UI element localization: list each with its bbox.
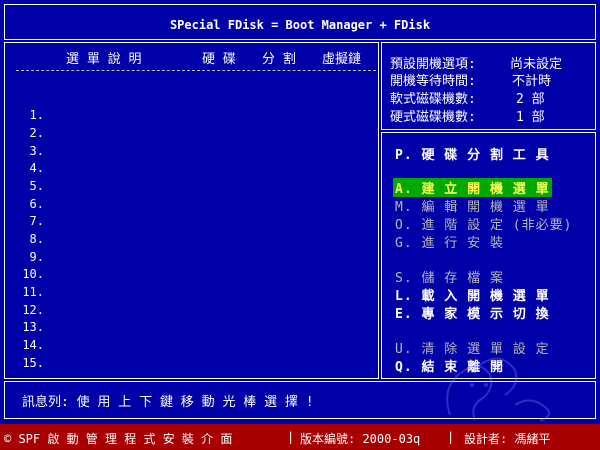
column-header-description: 選 單 說 明 <box>66 52 142 67</box>
footer-author: 設計者: 馮緒平 <box>464 432 551 446</box>
list-item[interactable]: 14. <box>20 338 44 352</box>
footer-product: © SPF 啟 動 管 理 程 式 安 裝 介 面 <box>4 432 233 446</box>
hdd-count-label: 硬式磁碟機數: <box>390 110 476 125</box>
list-item[interactable]: 10. <box>20 267 44 281</box>
hdd-count-value: 1 部 <box>516 110 545 125</box>
list-item[interactable]: 13. <box>20 320 44 334</box>
footer-version: 版本編號: 2000-03q <box>300 432 421 446</box>
title-bar: SPecial FDisk = Boot Manager + FDisk <box>4 4 596 40</box>
status-message: 訊息列: 使 用 上 下 鍵 移 動 光 棒 選 擇 ! <box>22 395 314 410</box>
menu-item-save-file[interactable]: S. 儲 存 檔 案 <box>395 267 504 286</box>
menu-item-load-boot-menu[interactable]: L. 載 入 開 機 選 單 <box>395 285 550 304</box>
footer-bar: © SPF 啟 動 管 理 程 式 安 裝 介 面 | 版本編號: 2000-0… <box>0 424 600 450</box>
window-title: SPecial FDisk = Boot Manager + FDisk <box>169 18 431 32</box>
floppy-count-label: 軟式磁碟機數: <box>390 92 476 107</box>
menu-item-expert-mode[interactable]: E. 專 家 模 示 切 換 <box>395 303 550 322</box>
menu-item-partition-tool[interactable]: P. 硬 碟 分 割 工 具 <box>395 144 550 163</box>
column-header-partition: 分 割 <box>262 52 296 67</box>
header-divider <box>16 70 376 71</box>
boot-menu-list-panel <box>4 42 379 379</box>
list-item[interactable]: 8. <box>20 232 44 246</box>
menu-item-install[interactable]: G. 進 行 安 裝 <box>395 232 504 251</box>
wait-time-value: 不計時 <box>512 74 552 89</box>
list-item[interactable]: 9. <box>20 250 44 264</box>
list-item[interactable]: 15. <box>20 356 44 370</box>
watermark-icon <box>446 357 550 422</box>
footer-separator: | <box>287 430 295 444</box>
footer-separator: | <box>447 430 455 444</box>
column-header-virtual-link: 虛擬鏈 <box>322 52 362 67</box>
menu-item-edit-boot-menu[interactable]: M. 編 輯 開 機 選 單 <box>395 196 550 215</box>
wait-time-label: 開機等待時間: <box>390 74 476 89</box>
list-item[interactable]: 4. <box>20 161 44 175</box>
list-item[interactable]: 3. <box>20 144 44 158</box>
list-item[interactable]: 12. <box>20 303 44 317</box>
column-header-disk: 硬 碟 <box>202 52 236 67</box>
list-item[interactable]: 11. <box>20 285 44 299</box>
menu-item-create-boot-menu[interactable]: A. 建 立 開 機 選 單 <box>393 178 552 197</box>
list-item[interactable]: 7. <box>20 214 44 228</box>
list-item[interactable]: 6. <box>20 197 44 211</box>
list-item[interactable]: 1. <box>20 108 44 122</box>
floppy-count-value: 2 部 <box>516 92 545 107</box>
list-item[interactable]: 2. <box>20 126 44 140</box>
list-item[interactable]: 5. <box>20 179 44 193</box>
menu-item-advanced-settings[interactable]: O. 進 階 設 定 (非必要) <box>395 214 572 233</box>
